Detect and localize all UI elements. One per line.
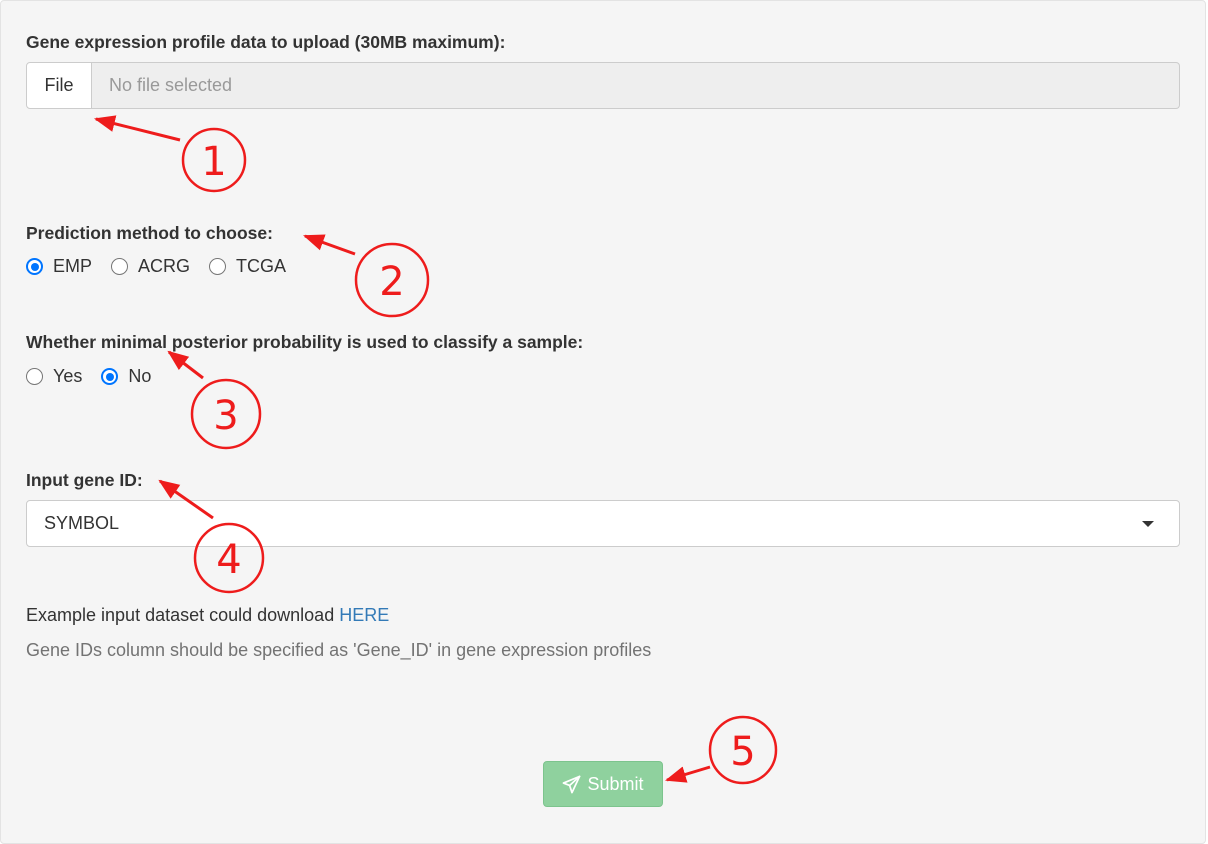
radio-button[interactable] [26,258,43,275]
radio-button[interactable] [26,368,43,385]
example-download-link[interactable]: HERE [339,605,389,625]
method-option-label: EMP [53,256,93,276]
chevron-down-icon [1142,521,1154,527]
radio-button[interactable] [101,368,119,385]
posterior-radio-group: Yes No [26,366,170,387]
posterior-label: Whether minimal posterior probability is… [26,332,584,352]
example-text: Example input dataset could download HER… [26,605,389,626]
method-option-label: TCGA [236,256,287,276]
method-label: Prediction method to choose: [26,223,273,243]
method-option-tcga[interactable]: TCGA [209,256,286,277]
upload-label: Gene expression profile data to upload (… [26,32,506,52]
file-upload[interactable]: File No file selected [26,62,1180,109]
paper-plane-icon [563,775,581,793]
gene-id-select[interactable]: SYMBOL [26,500,1180,547]
gene-id-value: SYMBOL [44,513,120,533]
method-option-emp[interactable]: EMP [26,256,92,277]
posterior-option-yes[interactable]: Yes [26,366,82,387]
help-text: Gene IDs column should be specified as '… [26,640,652,660]
file-browse-button[interactable]: File [26,62,92,109]
input-panel: Gene expression profile data to upload (… [0,0,1206,844]
gene-id-label: Input gene ID: [26,470,143,490]
method-option-label: ACRG [138,256,191,276]
file-name-field: No file selected [92,62,1180,109]
posterior-option-label: No [128,366,152,386]
radio-button[interactable] [209,258,227,275]
posterior-option-no[interactable]: No [101,366,151,387]
method-radio-group: EMP ACRG TCGA [26,256,305,277]
radio-button[interactable] [111,258,129,275]
example-label: Example input dataset could download [26,605,340,625]
method-option-acrg[interactable]: ACRG [111,256,190,277]
submit-button[interactable]: Submit [543,761,663,807]
posterior-option-label: Yes [53,366,83,386]
submit-label: Submit [587,773,644,794]
